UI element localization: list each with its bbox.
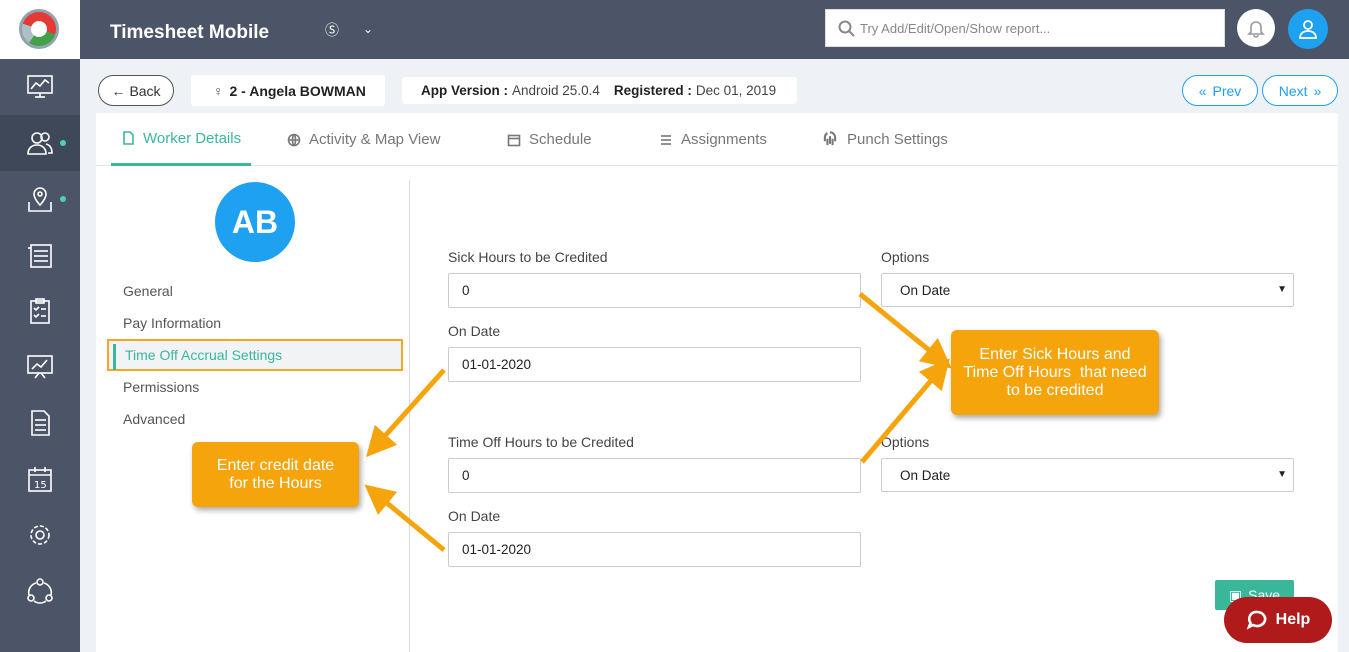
app-version-label: App Version : — [421, 83, 509, 98]
tab-schedule[interactable]: Schedule — [507, 113, 592, 166]
logo-area[interactable] — [0, 0, 80, 59]
next-label: Next — [1278, 82, 1308, 99]
prev-button[interactable]: « Prev — [1182, 75, 1258, 106]
sick-hours-label: Sick Hours to be Credited — [448, 249, 608, 265]
settings-menu: General Pay Information Time Off Accrual… — [107, 275, 413, 435]
on-date-label-2: On Date — [448, 508, 501, 524]
workers-status-dot — [60, 140, 66, 146]
back-arrow-icon: ← — [111, 82, 126, 99]
sidebar-reports-icon[interactable] — [0, 339, 80, 395]
chat-bubble-icon — [1246, 610, 1267, 630]
map-status-dot — [60, 196, 66, 202]
time-off-hours-input[interactable]: 0 — [448, 458, 861, 493]
back-label: Back — [129, 82, 161, 99]
callout-right-line1: Enter Sick Hours and — [979, 345, 1131, 363]
sidebar-calendar-icon[interactable]: 15 — [0, 451, 80, 507]
options-value-1: On Date — [900, 282, 951, 298]
callout-sick-hours: Enter Sick Hours and Time Off Hours that… — [951, 330, 1159, 415]
globe-icon — [287, 133, 301, 146]
search-input[interactable] — [860, 10, 1220, 46]
options-label-2: Options — [881, 434, 930, 450]
sick-hours-input[interactable]: 0 — [448, 273, 861, 308]
options-select-1[interactable]: On Date ▼ — [881, 273, 1294, 307]
caret-down-icon: ▼ — [1277, 284, 1287, 295]
on-date-input-1[interactable]: 01-01-2020 — [448, 347, 861, 382]
sidebar-document-icon[interactable] — [0, 395, 80, 451]
registered-value: Dec 01, 2019 — [695, 83, 777, 98]
search-icon — [838, 20, 855, 37]
tab-worker-details[interactable]: Worker Details — [111, 113, 252, 166]
callout-left-line1: Enter credit date — [216, 456, 335, 474]
version-chip: App Version : Android 25.0.4 Registered … — [402, 77, 797, 104]
caret-down-icon: ▼ — [1277, 469, 1287, 480]
tab-label: Worker Details — [143, 129, 242, 147]
sidebar-timesheet-icon[interactable] — [0, 227, 80, 283]
search-box[interactable] — [825, 9, 1225, 47]
worker-name: 2 - Angela BOWMAN — [229, 82, 366, 99]
worker-chip: ♀ 2 - Angela BOWMAN — [191, 75, 385, 106]
tab-label: Assignments — [681, 131, 767, 148]
chevron-down-icon[interactable]: ⌄ — [363, 22, 373, 36]
app-logo — [19, 9, 59, 49]
topbar: Timesheet Mobile Ⓢ ⌄ — [80, 0, 1349, 59]
sidebar-map-icon[interactable] — [0, 171, 80, 227]
currency-icon[interactable]: Ⓢ — [325, 20, 339, 40]
callout-right-line3: to be credited — [1006, 381, 1104, 399]
bell-icon — [1247, 21, 1265, 38]
document-icon — [123, 131, 134, 145]
options-value-2: On Date — [900, 467, 951, 483]
list-icon — [661, 134, 671, 145]
menu-item-pay-information[interactable]: Pay Information — [123, 307, 413, 339]
help-label: Help — [1275, 611, 1311, 628]
sidebar-settings-icon[interactable] — [0, 507, 80, 563]
app-version-value: Android 25.0.4 — [512, 83, 600, 98]
sidebar: 15 — [0, 0, 80, 652]
tab-label: Schedule — [529, 131, 592, 148]
menu-item-permissions[interactable]: Permissions — [123, 371, 413, 403]
tab-punch-settings[interactable]: Punch Settings — [821, 113, 948, 166]
double-chevron-right-icon: » — [1313, 82, 1322, 99]
tab-label: Punch Settings — [847, 131, 948, 148]
back-button[interactable]: ← Back — [98, 75, 174, 106]
tab-assignments[interactable]: Assignments — [659, 113, 767, 166]
menu-item-general[interactable]: General — [123, 275, 413, 307]
registered-label: Registered : — [613, 83, 692, 98]
worker-icon: ♀ — [213, 82, 224, 99]
avatar: AB — [215, 182, 295, 262]
prev-label: Prev — [1212, 82, 1242, 99]
notifications-button[interactable] — [1237, 9, 1275, 47]
sidebar-share-icon[interactable] — [0, 563, 80, 619]
on-date-label-1: On Date — [448, 323, 501, 339]
callout-right-line2: Time Off Hours that need — [963, 363, 1147, 381]
user-profile-button[interactable] — [1288, 9, 1328, 49]
user-icon — [1299, 20, 1317, 39]
fingerprint-icon — [823, 130, 837, 145]
sidebar-dashboard-icon[interactable] — [0, 59, 80, 115]
tab-bar: Worker Details Activity & Map View Sched… — [96, 113, 1338, 166]
app-title: Timesheet Mobile — [110, 22, 270, 43]
options-select-2[interactable]: On Date ▼ — [881, 458, 1294, 492]
callout-credit-date: Enter credit date for the Hours — [192, 442, 359, 507]
menu-item-time-off-accrual[interactable]: Time Off Accrual Settings — [107, 339, 403, 371]
calendar-icon — [507, 134, 521, 146]
sidebar-clipboard-icon[interactable] — [0, 283, 80, 339]
help-button[interactable]: Help — [1224, 597, 1332, 643]
next-button[interactable]: Next » — [1262, 75, 1338, 106]
on-date-input-2[interactable]: 01-01-2020 — [448, 532, 861, 567]
vertical-divider — [409, 180, 410, 652]
sidebar-workers-icon[interactable] — [0, 115, 80, 171]
svg-text:15: 15 — [34, 480, 47, 491]
tab-activity-map[interactable]: Activity & Map View — [287, 113, 440, 166]
callout-left-line2: for the Hours — [229, 474, 322, 492]
time-off-hours-label: Time Off Hours to be Credited — [448, 434, 634, 450]
menu-item-advanced[interactable]: Advanced — [123, 403, 413, 435]
double-chevron-left-icon: « — [1198, 82, 1207, 99]
options-label-1: Options — [881, 249, 930, 265]
tab-label: Activity & Map View — [309, 131, 441, 148]
